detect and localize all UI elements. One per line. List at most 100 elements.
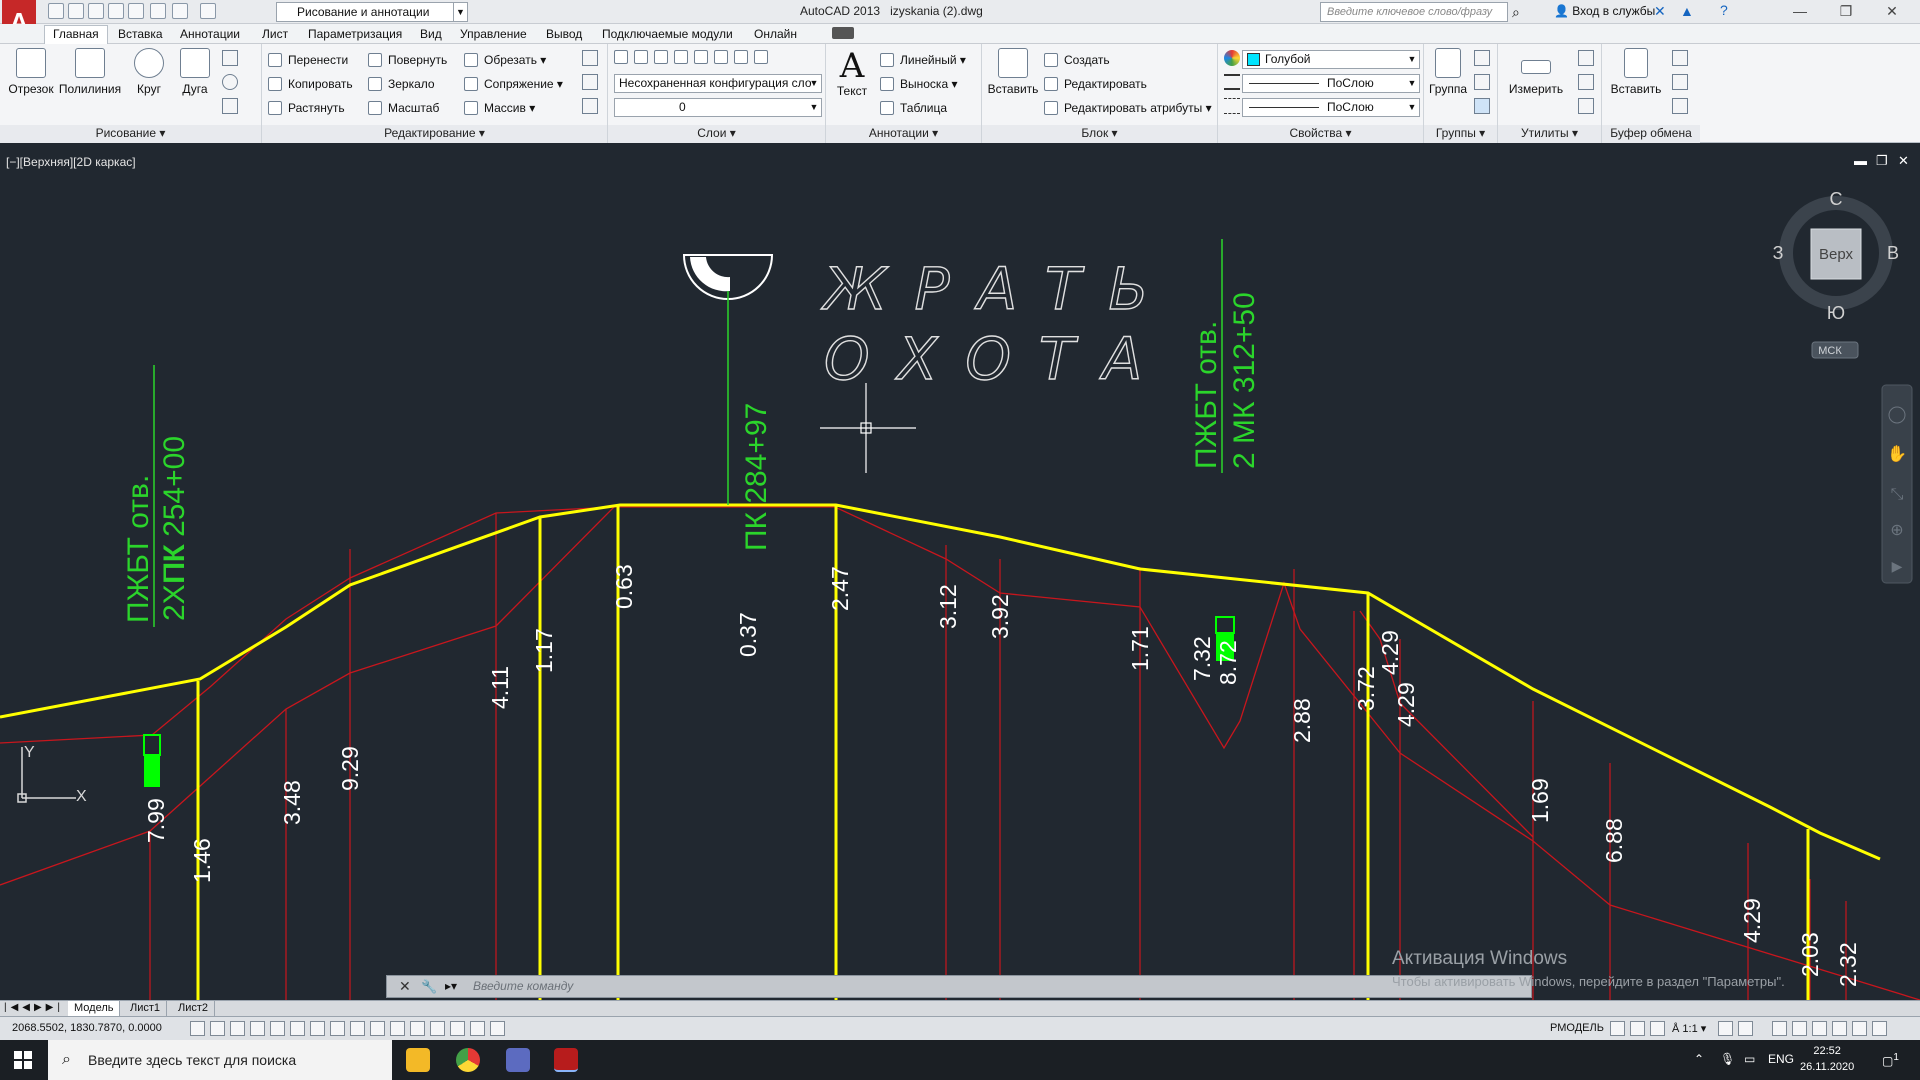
- layer-lock-icon[interactable]: [714, 50, 728, 64]
- exchange-icon[interactable]: ✕: [1654, 3, 1666, 20]
- tab-annotate[interactable]: Аннотации: [180, 27, 240, 41]
- dim-linear-button[interactable]: Линейный ▾: [880, 50, 966, 70]
- group-edit-icon[interactable]: [1474, 74, 1490, 90]
- viewcube-south[interactable]: Ю: [1827, 303, 1845, 323]
- stretch-button[interactable]: Растянуть: [268, 98, 345, 118]
- edit-attributes-button[interactable]: Редактировать атрибуты ▾: [1044, 98, 1212, 118]
- redo-icon[interactable]: [200, 3, 216, 19]
- ribbon-toggle-icon[interactable]: [832, 27, 854, 39]
- cursor-coordinates[interactable]: 2068.5502, 1830.7870, 0.0000: [12, 1022, 162, 1034]
- tab-layout[interactable]: Лист: [262, 27, 288, 41]
- showmotion-icon[interactable]: ▶: [1892, 558, 1903, 574]
- app-icon[interactable]: [506, 1048, 530, 1072]
- open-file-icon[interactable]: [68, 3, 84, 19]
- transparency-toggle[interactable]: [410, 1021, 425, 1036]
- taskbar-search-input[interactable]: ⌕ Введите здесь текст для поиска: [48, 1040, 392, 1080]
- status-menu-icon[interactable]: [1852, 1021, 1867, 1036]
- viewcube-east[interactable]: В: [1887, 243, 1899, 263]
- fillet-button[interactable]: Сопряжение ▾: [464, 74, 563, 94]
- tab-home[interactable]: Главная: [44, 25, 108, 44]
- maximize-button[interactable]: ❐: [1826, 2, 1866, 22]
- model-space-toggle[interactable]: РМОДЕЛЬ: [1550, 1022, 1604, 1034]
- quick-select-icon[interactable]: [1578, 50, 1594, 66]
- windows-start-icon[interactable]: [14, 1051, 32, 1069]
- quick-properties-toggle[interactable]: [430, 1021, 445, 1036]
- tray-chevron-icon[interactable]: ⌃: [1694, 1052, 1704, 1066]
- chrome-icon[interactable]: [456, 1048, 480, 1072]
- viewcube-north[interactable]: С: [1830, 189, 1843, 209]
- taskbar-clock[interactable]: 22:52 26.11.2020: [1800, 1043, 1854, 1075]
- annotation-scale[interactable]: Å 1:1 ▾: [1672, 1022, 1706, 1035]
- layer-isolate-icon[interactable]: [654, 50, 668, 64]
- match-properties-icon[interactable]: [1224, 50, 1240, 66]
- panel-properties-title[interactable]: Свойства ▾: [1218, 125, 1423, 143]
- notifications-icon[interactable]: ▢1: [1882, 1052, 1899, 1068]
- layer-state-icon[interactable]: [634, 50, 648, 64]
- array-button[interactable]: Массив ▾: [464, 98, 535, 118]
- lineweight-select[interactable]: ПоСлою ▼: [1242, 74, 1420, 93]
- add-icon[interactable]: [490, 1021, 505, 1036]
- command-input[interactable]: Введите команду: [473, 979, 573, 993]
- explode-icon[interactable]: [582, 74, 598, 90]
- layer-select[interactable]: 0 ▼: [614, 98, 822, 117]
- paste-button[interactable]: Вставить: [1608, 48, 1664, 96]
- customize-icon[interactable]: 🔧: [421, 979, 437, 995]
- plot-preview-icon[interactable]: [128, 3, 144, 19]
- network-icon[interactable]: ▭: [1744, 1052, 1755, 1066]
- layout-tab-2[interactable]: Лист2: [172, 1001, 216, 1016]
- orbit-icon[interactable]: ⊕: [1890, 522, 1903, 539]
- quick-view-layouts-icon[interactable]: [1610, 1021, 1625, 1036]
- help-icon[interactable]: ?: [1720, 2, 1728, 18]
- close-button[interactable]: ✕: [1872, 2, 1912, 22]
- workspace-switch-icon[interactable]: [1772, 1021, 1787, 1036]
- file-explorer-icon[interactable]: [406, 1048, 430, 1072]
- insert-block-button[interactable]: Вставить: [986, 48, 1040, 96]
- snap-toggle[interactable]: [210, 1021, 225, 1036]
- linetype-select[interactable]: ПоСлою ▼: [1242, 98, 1420, 117]
- match-icon[interactable]: [1672, 98, 1688, 114]
- edit-block-button[interactable]: Редактировать: [1044, 74, 1147, 94]
- ungroup-icon[interactable]: [1474, 50, 1490, 66]
- otrack-toggle[interactable]: [330, 1021, 345, 1036]
- new-file-icon[interactable]: [48, 3, 64, 19]
- sign-in-button[interactable]: 👤 Вход в службы: [1554, 4, 1655, 18]
- layer-state-select[interactable]: Несохраненная конфигурация сло ▼: [614, 74, 822, 93]
- save-as-icon[interactable]: [108, 3, 124, 19]
- undo-icon[interactable]: [172, 3, 188, 19]
- ortho-toggle[interactable]: [250, 1021, 265, 1036]
- tab-plugins[interactable]: Подключаемые модули: [602, 27, 733, 41]
- minimize-button[interactable]: —: [1780, 2, 1820, 22]
- binoculars-icon[interactable]: ⌕: [1512, 4, 1520, 21]
- layout-tab-model[interactable]: Модель: [68, 1001, 121, 1016]
- calculator-icon[interactable]: [1578, 98, 1594, 114]
- quick-view-drawings-icon[interactable]: [1630, 1021, 1645, 1036]
- panel-clipboard-title[interactable]: Буфер обмена: [1602, 125, 1700, 143]
- mirror-button[interactable]: Зеркало: [368, 74, 435, 94]
- rotate-button[interactable]: Повернуть: [368, 50, 447, 70]
- panel-utilities-title[interactable]: Утилиты ▾: [1498, 125, 1601, 143]
- panel-layers-title[interactable]: Слои ▾: [608, 125, 825, 143]
- annotation-monitor-toggle[interactable]: [470, 1021, 485, 1036]
- lineweight-toggle[interactable]: [390, 1021, 405, 1036]
- print-icon[interactable]: [150, 3, 166, 19]
- help-search-input[interactable]: Введите ключевое слово/фразу: [1320, 2, 1508, 22]
- tab-insert[interactable]: Вставка: [118, 27, 163, 41]
- cut-icon[interactable]: [1672, 50, 1688, 66]
- group-button[interactable]: Группа: [1426, 48, 1470, 96]
- copy-clip-icon[interactable]: [1672, 74, 1688, 90]
- autodesk-icon[interactable]: ▲: [1680, 3, 1694, 19]
- layer-walk-icon[interactable]: [754, 50, 768, 64]
- close-icon[interactable]: ✕: [399, 978, 411, 995]
- boundary-icon[interactable]: [222, 98, 238, 114]
- color-select[interactable]: Голубой ▼: [1242, 50, 1420, 69]
- trim-button[interactable]: Обрезать ▾: [464, 50, 546, 70]
- auto-scale-icon[interactable]: [1738, 1021, 1753, 1036]
- layer-off-icon[interactable]: [694, 50, 708, 64]
- pan-icon[interactable]: ✋: [1887, 444, 1907, 463]
- hatch-icon[interactable]: [222, 74, 238, 90]
- tab-view[interactable]: Вид: [420, 27, 442, 41]
- arc-button[interactable]: Дуга: [168, 48, 222, 96]
- tab-manage[interactable]: Управление: [460, 27, 527, 41]
- workspace-select[interactable]: Рисование и аннотации ▼: [276, 2, 468, 22]
- lang-indicator[interactable]: ENG: [1768, 1052, 1794, 1066]
